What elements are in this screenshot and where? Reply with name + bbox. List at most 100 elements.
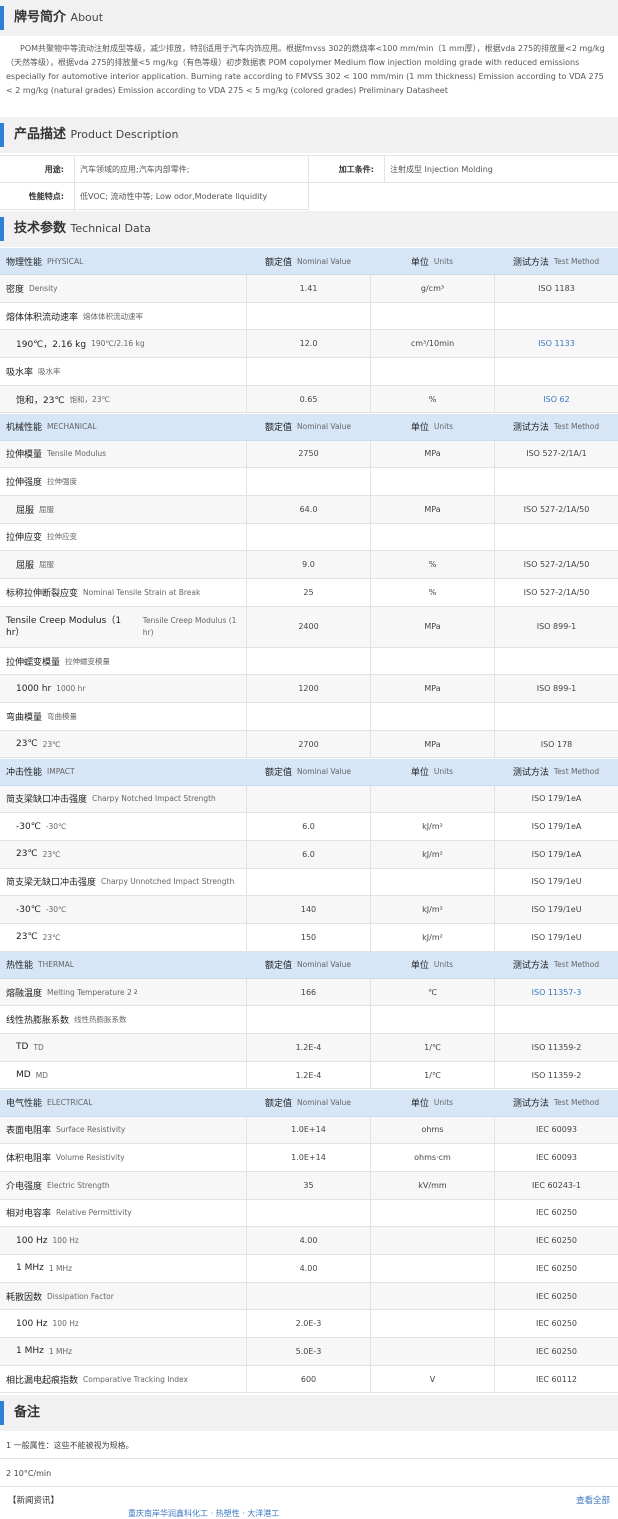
test-method: IEC 60093 (494, 1116, 618, 1144)
property-name-en: Surface Resistivity (56, 1125, 126, 1135)
property-name: 23℃ 23℃ (0, 841, 246, 868)
tech-section-header: 技术参数 Technical Data (0, 211, 618, 247)
property-name-zh: 23℃ (16, 849, 38, 860)
property-name: -30℃ -30℃ (0, 896, 246, 923)
table-row: Tensile Creep Modulus（1 hr） Tensile Creep… (0, 606, 618, 648)
test-method: ISO 899-1 (494, 606, 618, 647)
property-name: 1000 hr 1000 hr (0, 675, 246, 702)
property-name: 密度 Density (0, 275, 246, 302)
units: 1/℃ (370, 1034, 494, 1061)
test-method (494, 703, 618, 730)
units (370, 302, 494, 330)
table-row: 标称拉伸断裂应变 Nominal Tensile Strain at Break 2… (0, 579, 618, 607)
property-name: 标称拉伸断裂应变 Nominal Tensile Strain at Break (0, 579, 246, 606)
units: MPa (370, 730, 494, 758)
property-name-zh: 机械性能 (6, 423, 43, 433)
test-method[interactable]: ISO 62 (494, 385, 618, 413)
property-name-zh: 饱和，23℃ (16, 395, 65, 406)
property-name-zh: 物理性能 (6, 257, 43, 268)
test-method[interactable]: ISO 11357-3 (494, 978, 618, 1006)
property-name-zh: 1 MHz (16, 1346, 44, 1357)
property-name-zh: 线性热膨胀系数 (6, 1016, 70, 1027)
property-name-zh: 相对电容率 (6, 1209, 52, 1220)
table-row: TD TD 1.2E-4 1/℃ ISO 11359-2 (0, 1034, 618, 1062)
column-header-zh: 单位 (410, 257, 429, 268)
property-name: TD TD (0, 1034, 246, 1061)
property-name: Tensile Creep Modulus（1 hr） Tensile Creep… (0, 607, 246, 647)
column-header-zh: 单位 (410, 1099, 429, 1109)
property-name: 物理性能 PHYSICAL (0, 248, 246, 274)
property-name: 190℃，2.16 kg 190℃/2.16 kg (0, 330, 246, 357)
property-name-zh: 屈服 (16, 505, 35, 516)
test-method: ISO 899-1 (494, 675, 618, 703)
property-name: 100 Hz 100 Hz (0, 1310, 246, 1337)
property-name: 简支梁缺口冲击强度 Charpy Notched Impact Strength (0, 786, 246, 813)
table-row: -30℃ -30℃ 140 kJ/m² ISO 179/1eU (0, 896, 618, 924)
property-name-en: -30℃ (45, 822, 67, 832)
units: 单位 Units (370, 414, 494, 440)
section-accent-bar (0, 217, 4, 241)
units: kV/mm (370, 1171, 494, 1199)
property-name-zh: 热性能 (6, 961, 34, 972)
property-name-en: Electric Strength (47, 1180, 110, 1190)
property-name: 电气性能 ELECTRICAL (0, 1090, 246, 1116)
property-name-zh: MD (16, 1070, 31, 1081)
property-name-en: 线性热膨胀系数 (74, 1015, 127, 1025)
test-method: ISO 178 (494, 730, 618, 758)
about-section-header: 牌号简介 About (0, 0, 618, 36)
nominal-value (246, 468, 370, 495)
property-name-zh: 体积电阻率 (6, 1154, 52, 1165)
nominal-value: 64.0 (246, 495, 370, 523)
units: MPa (370, 440, 494, 468)
footnote-marker: 2 (133, 988, 138, 996)
units (370, 1255, 494, 1282)
nominal-value: 额定值 Nominal Value (246, 1090, 370, 1116)
test-method: ISO 11359-2 (494, 1034, 618, 1061)
test-method (494, 523, 618, 551)
units: % (370, 579, 494, 606)
product-row-feature: 性能特点: 低VOC; 流动性中等; Low odor,Moderate liq… (0, 183, 308, 210)
units: kJ/m² (370, 924, 494, 951)
test-method: ISO 179/1eU (494, 896, 618, 923)
units: g/cm³ (370, 275, 494, 302)
column-header-zh: 额定值 (264, 423, 292, 433)
units (370, 358, 494, 385)
property-name-en: Dissipation Factor (47, 1291, 114, 1301)
property-name-zh: 冲击性能 (6, 768, 43, 778)
property-name-en: Tensile Modulus (47, 449, 107, 459)
test-method: ISO 527-2/1A/50 (494, 579, 618, 606)
property-name-zh: 熔体体积流动速率 (6, 312, 79, 323)
column-header-zh: 单位 (410, 961, 429, 972)
test-method: IEC 60250 (494, 1282, 618, 1310)
use-value: 汽车领域的应用;汽车内部零件; (80, 165, 190, 174)
table-row: 屈服 屈服 64.0 MPa ISO 527-2/1A/50 (0, 495, 618, 524)
column-header-zh: 额定值 (264, 768, 292, 778)
product-description-table: 用途: 汽车领域的应用;汽车内部零件; 加工条件: 注射成型 Injection… (0, 155, 618, 211)
property-name: 介电强度 Electric Strength (0, 1172, 246, 1199)
nominal-value: 6.0 (246, 813, 370, 840)
property-name-zh: 吸水率 (6, 367, 34, 378)
property-name-zh: 100 Hz (16, 1318, 48, 1329)
test-method: ISO 527-2/1A/50 (494, 551, 618, 578)
units (370, 647, 494, 675)
property-name-en: THERMAL (38, 960, 74, 970)
units: kJ/m² (370, 896, 494, 923)
property-name-en: Charpy Unnotched Impact Strength (101, 877, 235, 887)
table-row: 23℃ 23℃ 150 kJ/m² ISO 179/1eU (0, 924, 618, 952)
view-all-link[interactable]: 查看全部 (576, 1488, 610, 1514)
table-row: -30℃ -30℃ 6.0 kJ/m² ISO 179/1eA (0, 813, 618, 841)
column-header-en: Nominal Value (297, 767, 352, 776)
property-name-zh: 耗散因数 (6, 1292, 43, 1303)
column-header-en: Nominal Value (297, 422, 352, 431)
units: MPa (370, 675, 494, 703)
test-method[interactable]: ISO 1133 (494, 330, 618, 358)
property-name-en: 弯曲模量 (47, 711, 78, 721)
table-group-header: 物理性能 PHYSICAL 额定值 Nominal Value 单位 Units 测试方法 T… (0, 248, 618, 275)
table-row: 拉伸强度 拉伸强度 (0, 468, 618, 496)
property-name: -30℃ -30℃ (0, 813, 246, 840)
test-method: IEC 60093 (494, 1144, 618, 1171)
table-group-header: 电气性能 ELECTRICAL 额定值 Nominal Value 单位 Units 测试方… (0, 1089, 618, 1117)
nominal-value: 600 (246, 1365, 370, 1393)
feature-value: 低VOC; 流动性中等; Low odor,Moderate liquidity (80, 192, 268, 201)
nominal-value: 25 (246, 579, 370, 606)
